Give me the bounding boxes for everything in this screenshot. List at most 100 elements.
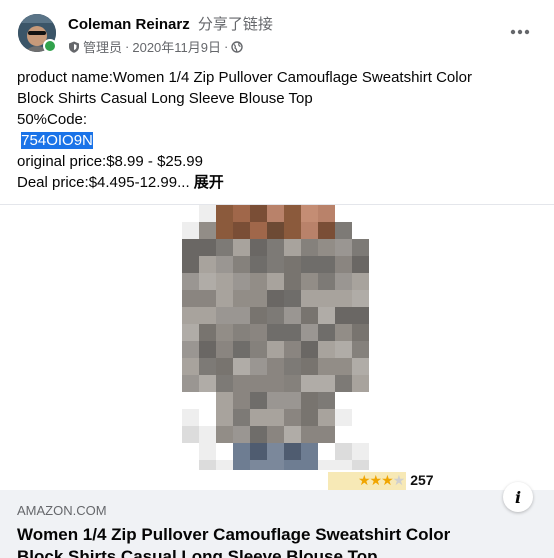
image-pixel (216, 273, 233, 290)
image-pixel (182, 460, 199, 470)
image-pixel (250, 222, 267, 239)
image-pixel (284, 256, 301, 273)
author-avatar[interactable] (18, 14, 57, 53)
image-pixel (233, 443, 250, 460)
image-pixel (216, 341, 233, 358)
image-pixel (250, 392, 267, 409)
info-icon[interactable]: i (503, 482, 533, 512)
link-image[interactable]: ★★★★ 257 (0, 205, 554, 490)
image-pixel (352, 324, 369, 341)
link-preview[interactable]: AMAZON.COM Women 1/4 Zip Pullover Camouf… (0, 482, 554, 558)
author-name[interactable]: Coleman Reinarz (68, 16, 190, 33)
image-pixel (216, 460, 233, 470)
message-line-1: product name:Women 1/4 Zip Pullover Camo… (17, 69, 472, 86)
image-pixel (182, 426, 199, 443)
image-pixel (267, 341, 284, 358)
preview-title[interactable]: Women 1/4 Zip Pullover Camouflage Sweats… (17, 524, 497, 558)
image-pixel (250, 409, 267, 426)
image-pixel (352, 443, 369, 460)
image-pixel (233, 256, 250, 273)
image-pixel (216, 409, 233, 426)
image-pixel (301, 460, 318, 470)
image-pixel (250, 273, 267, 290)
post-message: product name:Women 1/4 Zip Pullover Camo… (17, 67, 537, 193)
message-line-5: original price:$8.99 - $25.99 (17, 153, 203, 170)
blurred-product-image (182, 205, 369, 470)
image-pixel (335, 426, 352, 443)
image-pixel (318, 205, 335, 222)
image-pixel (182, 307, 199, 324)
image-pixel (267, 409, 284, 426)
image-pixel (335, 307, 352, 324)
image-pixel (267, 392, 284, 409)
image-pixel (352, 375, 369, 392)
image-pixel (267, 205, 284, 222)
image-pixel (335, 239, 352, 256)
image-pixel (199, 205, 216, 222)
image-pixel (216, 222, 233, 239)
image-pixel (267, 256, 284, 273)
post-date[interactable]: 2020年11月9日 (132, 37, 221, 56)
see-more-link[interactable]: 展开 (194, 174, 224, 191)
discount-code[interactable]: 754OIO9N (21, 132, 93, 149)
image-pixel (318, 324, 335, 341)
message-line-3: 50%Code: (17, 111, 88, 128)
image-pixel (284, 358, 301, 375)
globe-icon[interactable] (231, 40, 244, 53)
image-pixel (182, 392, 199, 409)
image-pixel (318, 358, 335, 375)
share-action-text: 分享了链接 (197, 16, 273, 33)
image-pixel (216, 392, 233, 409)
message-line-6: Deal price:$4.495-12.99... 展开 (17, 172, 537, 193)
author-line: Coleman Reinarz 分享了链接 (68, 13, 273, 34)
image-pixel (284, 392, 301, 409)
meta-separator-2: · (224, 39, 229, 54)
more-options-icon[interactable] (508, 20, 532, 44)
image-pixel (301, 341, 318, 358)
image-pixel (182, 239, 199, 256)
admin-shield-icon (68, 41, 80, 53)
image-pixel (216, 324, 233, 341)
image-pixel (199, 375, 216, 392)
image-pixel (352, 409, 369, 426)
image-pixel (182, 409, 199, 426)
image-pixel (284, 426, 301, 443)
image-pixel (318, 290, 335, 307)
image-pixel (250, 239, 267, 256)
image-pixel (318, 341, 335, 358)
image-pixel (284, 341, 301, 358)
image-pixel (335, 443, 352, 460)
image-pixel (233, 358, 250, 375)
image-pixel (182, 341, 199, 358)
image-pixel (335, 341, 352, 358)
image-pixel (301, 273, 318, 290)
image-pixel (233, 222, 250, 239)
image-pixel (182, 273, 199, 290)
image-pixel (335, 409, 352, 426)
image-pixel (284, 307, 301, 324)
image-pixel (250, 460, 267, 470)
image-pixel (233, 205, 250, 222)
image-pixel (182, 256, 199, 273)
image-pixel (216, 307, 233, 324)
image-pixel (199, 290, 216, 307)
image-pixel (284, 222, 301, 239)
image-pixel (335, 324, 352, 341)
image-pixel (318, 256, 335, 273)
image-pixel (318, 409, 335, 426)
image-pixel (233, 426, 250, 443)
image-pixel (301, 443, 318, 460)
image-pixel (352, 256, 369, 273)
rating-count: 257 (410, 472, 434, 488)
image-pixel (199, 222, 216, 239)
image-pixel (216, 205, 233, 222)
image-pixel (199, 341, 216, 358)
image-pixel (233, 409, 250, 426)
image-pixel (199, 307, 216, 324)
image-pixel (301, 239, 318, 256)
image-pixel (352, 239, 369, 256)
online-status-dot (43, 39, 57, 53)
image-pixel (301, 307, 318, 324)
image-pixel (301, 358, 318, 375)
image-pixel (267, 273, 284, 290)
